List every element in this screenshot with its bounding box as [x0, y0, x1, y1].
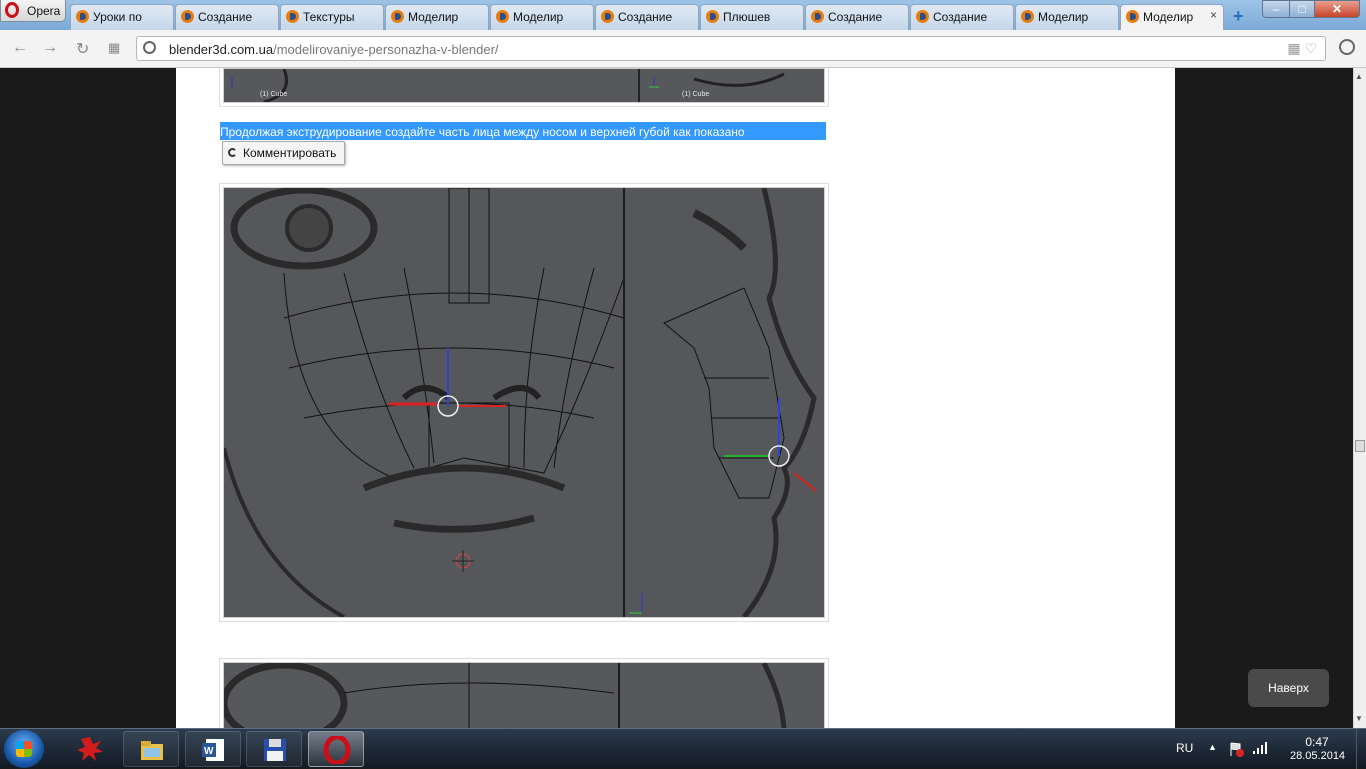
tab-2[interactable]: Создание: [175, 4, 279, 30]
opera-logo-icon: [5, 2, 19, 18]
url-domain: blender3d.com.ua: [169, 42, 274, 57]
download-icon[interactable]: [1339, 39, 1355, 55]
blender-favicon-icon: [286, 10, 299, 23]
scroll-down-icon[interactable]: ▼: [1355, 714, 1363, 723]
reload-icon[interactable]: ↻: [76, 39, 89, 59]
blender-screenshot-next: [223, 662, 825, 728]
back-to-top-button[interactable]: Наверх: [1248, 669, 1329, 707]
tab-label: Создание: [933, 10, 988, 24]
tab-label: Плюшев: [723, 10, 771, 24]
blender-favicon-icon: [1126, 10, 1139, 23]
windows-taskbar: W RU ▲ 0:47 28.05.2014: [0, 728, 1366, 769]
clock-date: 28.05.2014: [1290, 750, 1346, 762]
system-clock[interactable]: 0:47 28.05.2014: [1290, 735, 1346, 763]
blender-favicon-icon: [916, 10, 929, 23]
tab-4[interactable]: Моделир: [385, 4, 489, 30]
back-icon[interactable]: ←: [12, 39, 28, 57]
opera-icon: [323, 736, 351, 764]
close-tab-icon[interactable]: ×: [1210, 8, 1217, 22]
tab-bar: Opera Уроки по Создание Текстуры Моделир Мод…: [0, 0, 1366, 31]
blender-favicon-icon: [601, 10, 614, 23]
address-field[interactable]: blender3d.com.ua/modelirovaniye-personaz…: [136, 36, 1326, 61]
blender-favicon-icon: [706, 10, 719, 23]
floppy-disk-icon: [264, 739, 286, 761]
tab-6[interactable]: Создание: [595, 4, 699, 30]
clock-time: 0:47: [1305, 735, 1329, 749]
tab-label: Создание: [198, 10, 253, 24]
tab-label: Текстуры: [303, 10, 355, 24]
tab-8[interactable]: Создание: [805, 4, 909, 30]
comment-button[interactable]: Комментировать: [222, 141, 346, 165]
blender-favicon-icon: [811, 10, 824, 23]
tab-label: Моделир: [513, 10, 564, 24]
tab-label: Моделир: [408, 10, 459, 24]
svg-text:W: W: [204, 746, 214, 757]
article-column: (1) Cube (1) Cube Продолжая экструдирова…: [176, 68, 1175, 728]
input-language[interactable]: RU: [1176, 741, 1193, 755]
comment-button-label: Комментировать: [243, 146, 337, 160]
selected-paragraph: Продолжая экструдирование создайте часть…: [220, 122, 826, 140]
show-desktop-button[interactable]: [1356, 729, 1366, 769]
start-button[interactable]: [4, 730, 44, 768]
action-center-flag-icon[interactable]: [1228, 741, 1244, 757]
blender-favicon-icon: [496, 10, 509, 23]
cube-label-left: (1) Cube: [260, 91, 288, 98]
address-text: blender3d.com.ua/modelirovaniye-personaz…: [169, 42, 499, 57]
tab-3[interactable]: Текстуры: [280, 4, 384, 30]
opera-menu-button[interactable]: Opera: [0, 0, 66, 22]
scroll-up-icon[interactable]: ▲: [1355, 72, 1363, 81]
tab-10[interactable]: Моделир: [1015, 4, 1119, 30]
tab-11[interactable]: Моделир ×: [1120, 4, 1224, 31]
tab-label: Моделир: [1143, 10, 1194, 24]
new-tab-button[interactable]: +: [1233, 6, 1244, 27]
taskbar-save-app[interactable]: [246, 731, 302, 767]
main-image-graphic: [224, 188, 824, 617]
top-image-graphic: [231, 69, 785, 102]
show-hidden-icons[interactable]: ▲: [1208, 742, 1217, 752]
speed-dial-icon[interactable]: ▦: [108, 40, 120, 56]
blender-screenshot-top: (1) Cube (1) Cube: [223, 68, 825, 103]
tab-1[interactable]: Уроки по: [70, 4, 174, 30]
web-page: (1) Cube (1) Cube Продолжая экструдирова…: [0, 68, 1353, 728]
cube-label-right: (1) Cube: [682, 91, 710, 98]
network-signal-icon[interactable]: [1252, 741, 1268, 755]
blender-favicon-icon: [391, 10, 404, 23]
word-icon: W: [202, 739, 224, 761]
next-image-graphic: [224, 663, 787, 728]
blender-screenshot-main: [223, 187, 825, 618]
tab-7[interactable]: Плюшев: [700, 4, 804, 30]
opera-menu-label: Opera: [27, 4, 61, 18]
tab-label: Создание: [618, 10, 673, 24]
scroll-thumb[interactable]: [1355, 440, 1365, 452]
red-splat-icon: [77, 737, 103, 761]
selected-paragraph-text: Продолжая экструдирование создайте часть…: [220, 125, 745, 139]
tab-label: Уроки по: [93, 10, 142, 24]
vertical-scrollbar[interactable]: ▲ ▼: [1353, 68, 1366, 728]
tab-5[interactable]: Моделир: [490, 4, 594, 30]
maximize-button[interactable]: □: [1289, 0, 1315, 18]
blender-favicon-icon: [76, 10, 89, 23]
tab-9[interactable]: Создание: [910, 4, 1014, 30]
minimize-button[interactable]: –: [1262, 0, 1290, 18]
blender-favicon-icon: [181, 10, 194, 23]
taskbar-app-splat[interactable]: [62, 731, 118, 767]
blender-favicon-icon: [1021, 10, 1034, 23]
tab-label: Моделир: [1038, 10, 1089, 24]
taskbar-word[interactable]: W: [185, 731, 241, 767]
taskbar-opera[interactable]: [308, 731, 364, 767]
close-window-button[interactable]: ✕: [1314, 0, 1360, 18]
url-path: /modelirovaniye-personazha-v-blender/: [273, 42, 499, 57]
folder-icon: [141, 741, 163, 760]
address-toolbar: ← → ↻ ▦ blender3d.com.ua/modelirovaniye-…: [0, 30, 1366, 68]
site-info-icon[interactable]: [143, 41, 156, 54]
comment-icon: [228, 148, 237, 157]
taskbar-explorer[interactable]: [123, 731, 179, 767]
forward-icon[interactable]: →: [42, 39, 58, 57]
tab-label: Создание: [828, 10, 883, 24]
stash-heart-icon[interactable]: ▦ ♡: [1287, 40, 1317, 57]
